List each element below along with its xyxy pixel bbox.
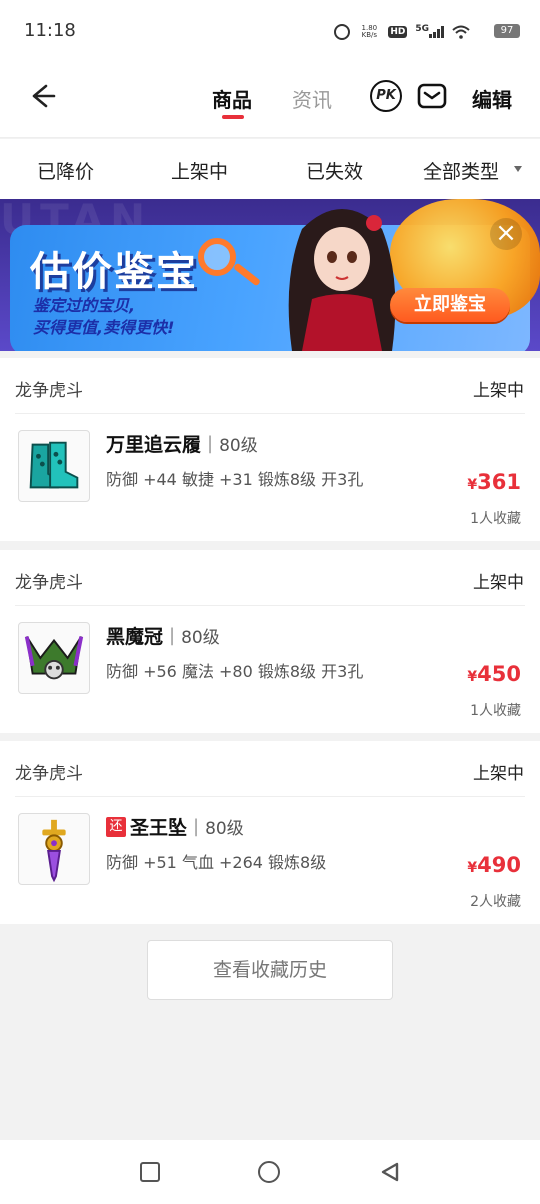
caret-down-icon: [514, 166, 522, 172]
home-icon[interactable]: [258, 1161, 280, 1183]
banner-subtitle-line1: 鉴定过的宝贝,: [33, 296, 136, 315]
separator: |: [207, 433, 214, 454]
network-type: 5G: [415, 24, 429, 34]
appraise-now-button[interactable]: 立即鉴宝: [390, 288, 510, 322]
pendant-icon: [18, 813, 90, 885]
item-name: 黑魔冠: [106, 626, 164, 648]
favorite-count: 1人收藏: [470, 511, 521, 527]
currency-symbol: ¥: [467, 669, 478, 685]
status-time: 11:18: [24, 20, 76, 41]
listing-status: 上架中: [473, 381, 524, 401]
mail-icon[interactable]: [417, 81, 447, 111]
filter-expired[interactable]: 已失效: [306, 157, 363, 184]
filter-on-sale[interactable]: 上架中: [171, 157, 228, 184]
item-name: 圣王坠: [130, 817, 188, 839]
server-name: 龙争虎斗: [15, 573, 83, 593]
alarm-icon: [334, 24, 351, 40]
item-card[interactable]: 龙争虎斗 上架中 万里追云履 | 80级 防御 +44 敏捷 +31 锻炼8级 …: [0, 358, 540, 541]
listing-status: 上架中: [473, 573, 524, 593]
server-name: 龙争虎斗: [15, 381, 83, 401]
item-card[interactable]: 龙争虎斗 上架中 黑魔冠 | 80级 防御 +56 魔法 +80 锻炼8级 开3…: [0, 550, 540, 733]
signal-icon: 5G: [415, 24, 444, 38]
item-attributes: 防御 +44 敏捷 +31 锻炼8级 开3孔: [106, 470, 364, 489]
magnifier-icon: [198, 238, 236, 276]
crown-icon: [18, 622, 90, 694]
recents-icon[interactable]: [140, 1162, 160, 1182]
item-price: ¥361: [467, 470, 521, 494]
system-nav-bar: [0, 1140, 540, 1204]
battery-icon: 97: [494, 24, 520, 38]
favorite-count: 1人收藏: [470, 703, 521, 719]
item-level: 80级: [205, 819, 244, 839]
item-price: ¥490: [467, 853, 521, 877]
tab-goods[interactable]: 商品: [212, 84, 252, 113]
item-attributes: 防御 +51 气血 +264 锻炼8级: [106, 853, 327, 872]
listing-status: 上架中: [473, 764, 524, 784]
item-name: 万里追云履: [106, 434, 202, 456]
status-bar: 11:18 1.80 KB/s HD 5G 97: [0, 0, 540, 60]
banner-title: 估价鉴宝: [30, 249, 198, 295]
filter-bar: 已降价 上架中 已失效 全部类型: [0, 139, 540, 199]
back-arrow-icon[interactable]: [24, 78, 60, 114]
price-value: 361: [477, 470, 521, 494]
currency-symbol: ¥: [467, 477, 478, 493]
currency-symbol: ¥: [467, 860, 478, 876]
favorite-count: 2人收藏: [470, 894, 521, 910]
view-favorites-history-button[interactable]: 查看收藏历史: [147, 940, 393, 1000]
top-header: 商品 资讯 PK 编辑: [0, 60, 540, 138]
returned-badge: 还: [106, 816, 126, 837]
divider: [15, 796, 525, 797]
item-level: 80级: [219, 436, 258, 456]
character-illustration: [288, 209, 396, 351]
banner-subtitle-line2: 买得更值,卖得更快!: [33, 318, 175, 337]
price-value: 450: [477, 662, 521, 686]
server-name: 龙争虎斗: [15, 764, 83, 784]
active-tab-indicator: [222, 115, 244, 119]
hd-icon: HD: [388, 26, 408, 38]
wifi-icon: [452, 25, 470, 39]
pk-button[interactable]: PK: [370, 80, 402, 112]
appraisal-banner[interactable]: UTAN 估价鉴宝 鉴定过的宝贝, 买得更值,卖得更快! 立即鉴宝 ×: [0, 199, 540, 351]
item-title-row: 黑魔冠 | 80级: [106, 622, 220, 649]
item-card[interactable]: 龙争虎斗 上架中 还 圣王坠 | 80级 防御 +51 气血 +264 锻炼8级…: [0, 741, 540, 924]
tab-news[interactable]: 资讯: [292, 84, 332, 113]
item-price: ¥450: [467, 662, 521, 686]
filter-all-types[interactable]: 全部类型: [423, 157, 499, 184]
status-icons: 1.80 KB/s HD 5G 97: [334, 22, 520, 42]
item-title-row: 还 圣王坠 | 80级: [106, 813, 244, 840]
banner-subtitle: 鉴定过的宝贝, 买得更值,卖得更快!: [33, 295, 174, 339]
net-speed: 1.80 KB/s: [361, 24, 378, 39]
item-level: 80级: [181, 628, 220, 648]
edit-button[interactable]: 编辑: [472, 84, 512, 113]
close-icon[interactable]: ×: [490, 218, 522, 250]
item-title-row: 万里追云履 | 80级: [106, 430, 258, 457]
filter-price-dropped[interactable]: 已降价: [37, 157, 94, 184]
divider: [15, 605, 525, 606]
separator: |: [193, 816, 200, 837]
divider: [15, 413, 525, 414]
separator: |: [169, 625, 176, 646]
item-attributes: 防御 +56 魔法 +80 锻炼8级 开3孔: [106, 662, 364, 681]
nav-back-icon[interactable]: [380, 1162, 400, 1182]
price-value: 490: [477, 853, 521, 877]
boots-icon: [18, 430, 90, 502]
